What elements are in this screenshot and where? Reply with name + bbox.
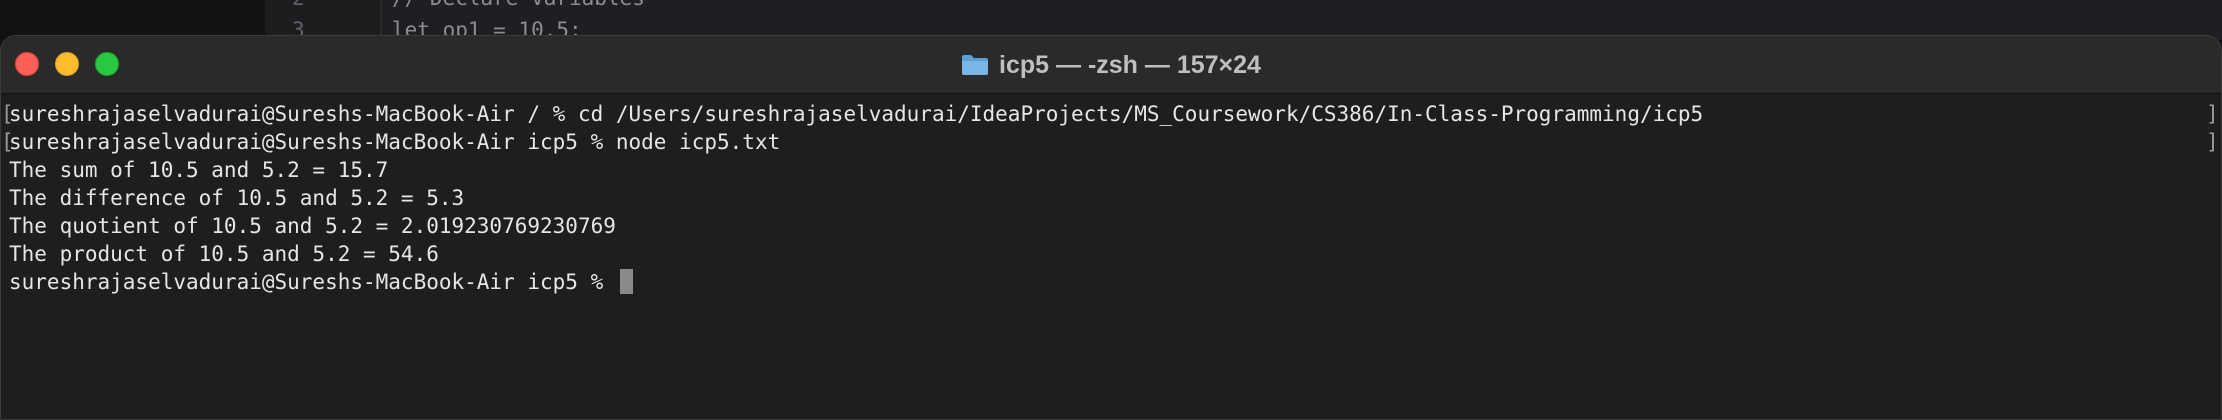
terminal-line: The difference of 10.5 and 5.2 = 5.3 bbox=[9, 186, 465, 210]
title-bar[interactable]: icp5 — -zsh — 157×24 bbox=[1, 36, 2221, 94]
window-title: icp5 — -zsh — 157×24 bbox=[1, 36, 2221, 94]
line-bracket-close: ] bbox=[2206, 130, 2219, 154]
terminal-output[interactable]: [ sureshrajaselvadurai@Sureshs-MacBook-A… bbox=[1, 94, 2221, 419]
terminal-line: The quotient of 10.5 and 5.2 = 2.0192307… bbox=[9, 214, 616, 238]
editor-gutter bbox=[265, 0, 385, 40]
terminal-line: sureshrajaselvadurai@Sureshs-MacBook-Air… bbox=[9, 130, 781, 154]
window-title-text: icp5 — -zsh — 157×24 bbox=[999, 50, 1261, 79]
terminal-prompt: sureshrajaselvadurai@Sureshs-MacBook-Air… bbox=[9, 270, 616, 294]
terminal-line: sureshrajaselvadurai@Sureshs-MacBook-Air… bbox=[9, 102, 1704, 126]
editor-code-area bbox=[382, 0, 2222, 40]
terminal-prompt-line[interactable]: sureshrajaselvadurai@Sureshs-MacBook-Air… bbox=[9, 268, 633, 296]
text-cursor bbox=[619, 269, 633, 294]
editor-code-line: // Declare variables bbox=[392, 0, 645, 10]
terminal-line: The product of 10.5 and 5.2 = 54.6 bbox=[9, 242, 439, 266]
terminal-window: icp5 — -zsh — 157×24 [ sureshrajaselvadu… bbox=[0, 35, 2222, 420]
folder-icon bbox=[961, 54, 989, 76]
editor-line-number: 2 bbox=[292, 0, 305, 10]
line-bracket-close: ] bbox=[2206, 102, 2219, 126]
terminal-line: The sum of 10.5 and 5.2 = 15.7 bbox=[9, 158, 389, 182]
